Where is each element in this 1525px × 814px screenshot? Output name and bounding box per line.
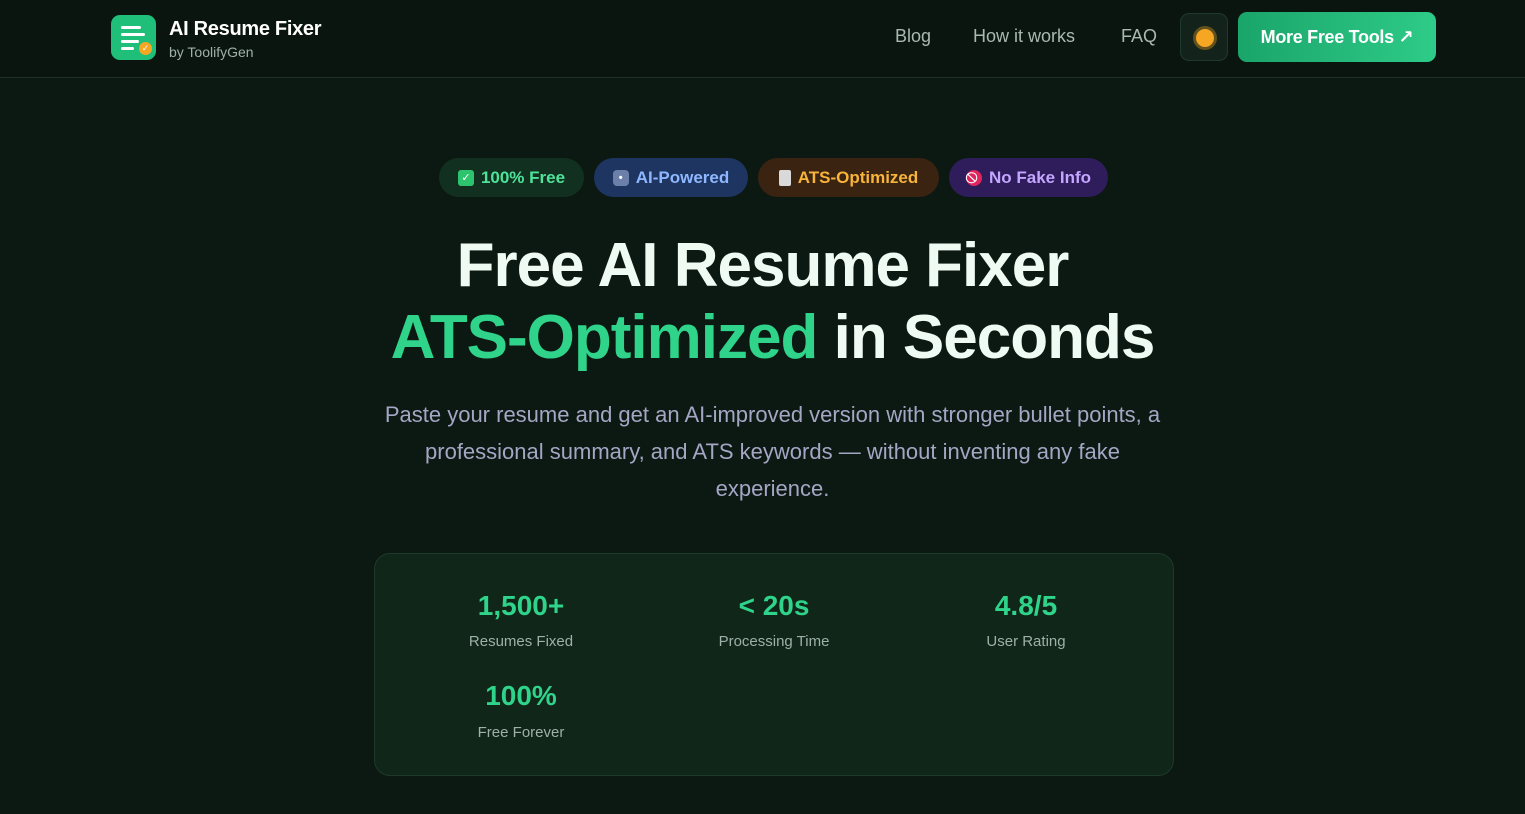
stat-value-free-forever: 100% xyxy=(485,680,557,711)
nav-link-how-it-works[interactable]: How it works xyxy=(973,26,1075,47)
stat-label-resumes-fixed: Resumes Fixed xyxy=(468,633,574,650)
stat-label-processing-time: Processing Time xyxy=(718,633,830,650)
badge-label: No Fake Info xyxy=(988,167,1091,187)
badge-free: ✓ 100% Free xyxy=(439,158,584,197)
hero-description: Paste your resume and get an AI-improved… xyxy=(384,402,1161,501)
hero-title-rest: in Seconds xyxy=(817,303,1156,372)
stat-value-resumes-fixed: 1,500+ xyxy=(477,590,565,621)
logo-icon[interactable]: ✓ xyxy=(111,15,156,60)
nav-link-faq[interactable]: FAQ xyxy=(1121,26,1157,47)
badge-ats-optimized: ATS-Optimized xyxy=(758,158,939,197)
brand-title[interactable]: AI Resume Fixer xyxy=(169,18,322,41)
prohibited-icon: ⃠ xyxy=(965,169,982,186)
clipboard-icon xyxy=(778,169,791,186)
hero-title-line1: Free AI Resume Fixer xyxy=(456,231,1070,300)
robot-icon: • xyxy=(612,169,629,186)
more-free-tools-button[interactable]: More Free Tools ↗ xyxy=(1238,12,1436,62)
stat-label-free-forever: Free Forever xyxy=(477,724,565,741)
hero-title-line2: ATS-Optimized in Seconds xyxy=(0,302,1525,373)
brand-subtitle: by ToolifyGen xyxy=(169,44,254,60)
theme-toggle-button[interactable] xyxy=(1180,13,1228,61)
stat-value-user-rating: 4.8/5 xyxy=(994,590,1058,621)
badge-ai-powered: • AI-Powered xyxy=(594,158,748,197)
stat-label-user-rating: User Rating xyxy=(986,633,1066,650)
badge-label: AI-Powered xyxy=(635,167,730,187)
nav-link-blog[interactable]: Blog xyxy=(895,26,931,47)
badge-label: ATS-Optimized xyxy=(797,167,919,187)
checkbox-icon: ✓ xyxy=(457,169,474,186)
badge-label: 100% Free xyxy=(480,167,566,187)
stat-value-processing-time: < 20s xyxy=(738,590,810,621)
site-header: ✓ AI Resume Fixer by ToolifyGen Blog How… xyxy=(0,0,1525,78)
badge-no-fake-info: ⃠ No Fake Info xyxy=(949,158,1108,197)
hero-title-accent: ATS-Optimized xyxy=(390,303,819,372)
sun-icon xyxy=(1196,29,1214,47)
stats-card: 1,500+ Resumes Fixed < 20s Processing Ti… xyxy=(374,553,1174,776)
